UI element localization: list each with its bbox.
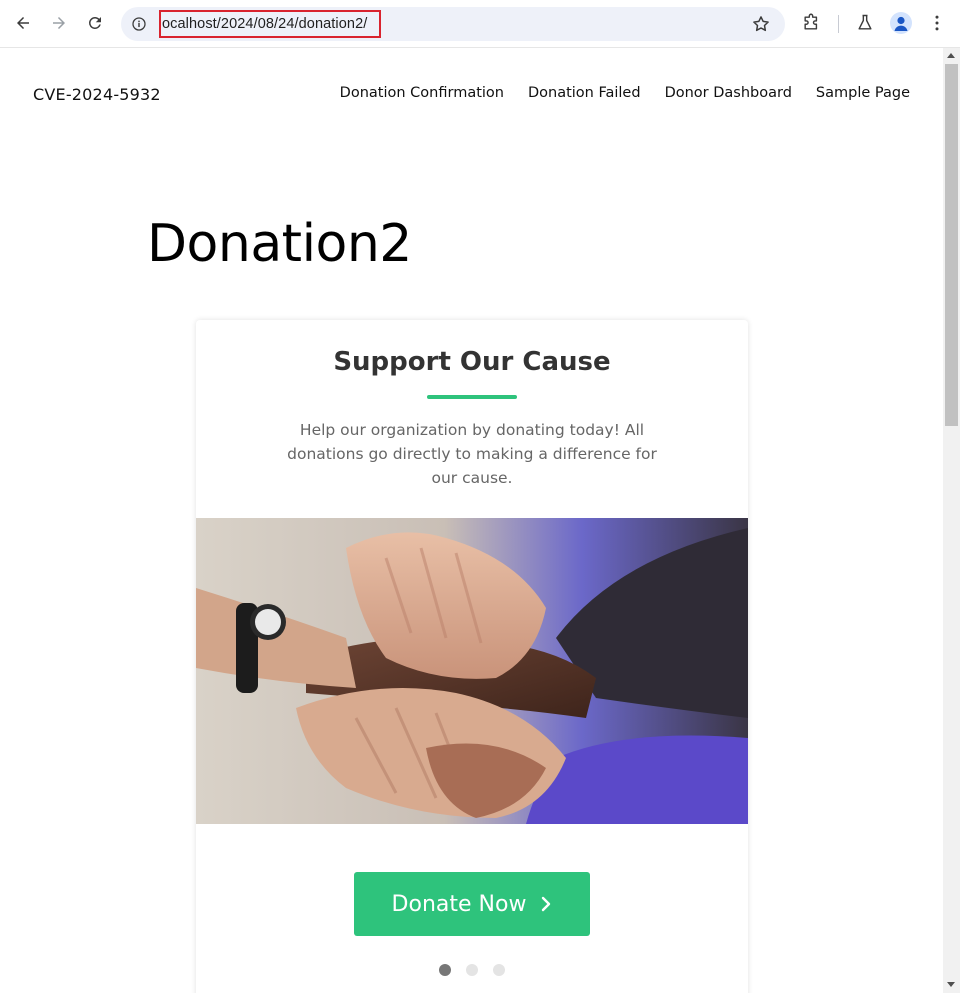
nav-link-donation-failed[interactable]: Donation Failed [528, 85, 641, 101]
card-description: Help our organization by donating today!… [287, 421, 657, 487]
kebab-menu-icon [935, 15, 939, 31]
reload-button[interactable] [80, 8, 110, 38]
extensions-button[interactable] [797, 9, 825, 37]
scroll-up-arrow[interactable] [947, 53, 955, 58]
address-bar[interactable]: ocalhost/2024/08/24/donation2/ [121, 7, 785, 41]
hands-together-photo [196, 518, 748, 824]
scroll-thumb[interactable] [945, 64, 958, 426]
title-underline [427, 395, 517, 399]
star-icon[interactable] [751, 14, 771, 34]
labs-button[interactable] [851, 9, 879, 37]
donate-now-label: Donate Now [391, 891, 527, 917]
menu-button[interactable] [923, 9, 951, 37]
chevron-right-icon [542, 896, 551, 912]
reload-icon [88, 16, 101, 29]
card-title: Support Our Cause [333, 347, 611, 377]
donate-now-button[interactable]: Donate Now [354, 872, 590, 936]
toolbar-divider [838, 15, 839, 33]
nav-link-donor-dashboard[interactable]: Donor Dashboard [665, 85, 792, 101]
person-icon [894, 16, 908, 31]
url-highlight[interactable]: ocalhost/2024/08/24/donation2/ [159, 10, 381, 38]
scroll-down-arrow[interactable] [947, 982, 955, 987]
flask-icon [858, 14, 872, 30]
back-button[interactable] [8, 8, 38, 38]
carousel-dot[interactable] [466, 964, 478, 976]
page-title: Donation2 [147, 214, 412, 274]
browser-toolbar: ocalhost/2024/08/24/donation2/ [0, 0, 960, 48]
url-text: ocalhost/2024/08/24/donation2/ [162, 16, 368, 32]
arrow-left-icon [17, 17, 29, 29]
site-navigation: Donation Confirmation Donation Failed Do… [340, 85, 910, 101]
info-icon[interactable] [129, 14, 149, 34]
forward-button[interactable] [44, 8, 74, 38]
nav-link-donation-confirmation[interactable]: Donation Confirmation [340, 85, 504, 101]
nav-link-sample-page[interactable]: Sample Page [816, 85, 910, 101]
site-title[interactable]: CVE-2024-5932 [33, 85, 161, 104]
vertical-scrollbar[interactable] [943, 48, 960, 993]
carousel-dots [439, 964, 505, 976]
carousel-dot[interactable] [439, 964, 451, 976]
carousel-dot[interactable] [493, 964, 505, 976]
puzzle-icon [804, 13, 818, 30]
profile-avatar[interactable] [890, 12, 912, 34]
arrow-right-icon [53, 17, 65, 29]
